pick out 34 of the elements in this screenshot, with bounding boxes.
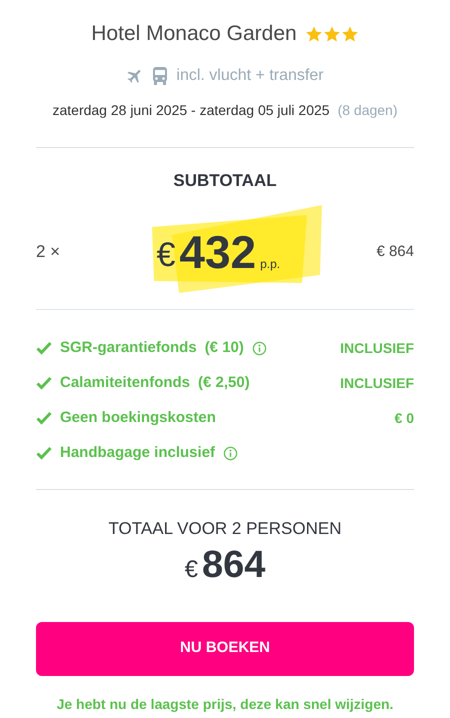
total-title: TOTAAL VOOR 2 PERSONEN	[108, 518, 342, 540]
fee-status: INCLUSIEF	[340, 374, 414, 392]
total-amount: 864	[202, 546, 266, 584]
star-icon	[304, 24, 323, 43]
duration-text: (8 dagen)	[338, 100, 398, 120]
currency-symbol: €	[184, 558, 198, 582]
includes-text: incl. vlucht + transfer	[176, 66, 324, 86]
hotel-name: Hotel Monaco Garden	[91, 21, 297, 47]
fee-amount: (€ 10)	[204, 338, 244, 358]
subtotal-amount: € 864	[376, 242, 414, 262]
fee-label: SGR-garantiefonds	[60, 338, 197, 358]
check-icon	[36, 341, 52, 355]
fee-label: Geen boekingskosten	[60, 408, 216, 428]
fee-status: INCLUSIEF	[340, 338, 414, 358]
star-icon	[322, 24, 341, 43]
fee-label: Handbagage inclusief	[60, 442, 216, 463]
subtotal-title: SUBTOTAAL	[173, 170, 277, 192]
info-icon[interactable]	[252, 340, 267, 356]
fee-label: Calamiteitenfonds	[60, 372, 190, 393]
fee-status: € 0	[394, 408, 414, 428]
star-icon	[340, 24, 359, 43]
per-person-label: p.p.	[260, 256, 280, 273]
check-icon	[36, 376, 52, 390]
fee-amount: (€ 2,50)	[198, 372, 250, 393]
currency-symbol: €	[156, 238, 176, 272]
check-icon	[36, 411, 52, 425]
info-icon[interactable]	[223, 446, 238, 460]
price-notice: Je hebt nu de laagste prijs, deze kan snel wijzigen.	[56, 694, 394, 714]
check-icon	[36, 446, 52, 460]
quantity-text: 2 ×	[36, 241, 60, 264]
book-now-button[interactable]: NU BOEKEN	[36, 622, 414, 676]
bus-icon	[152, 66, 168, 84]
date-range: zaterdag 28 juni 2025 - zaterdag 05 juli 2025	[52, 100, 330, 120]
price-per-person: 432	[179, 229, 256, 275]
